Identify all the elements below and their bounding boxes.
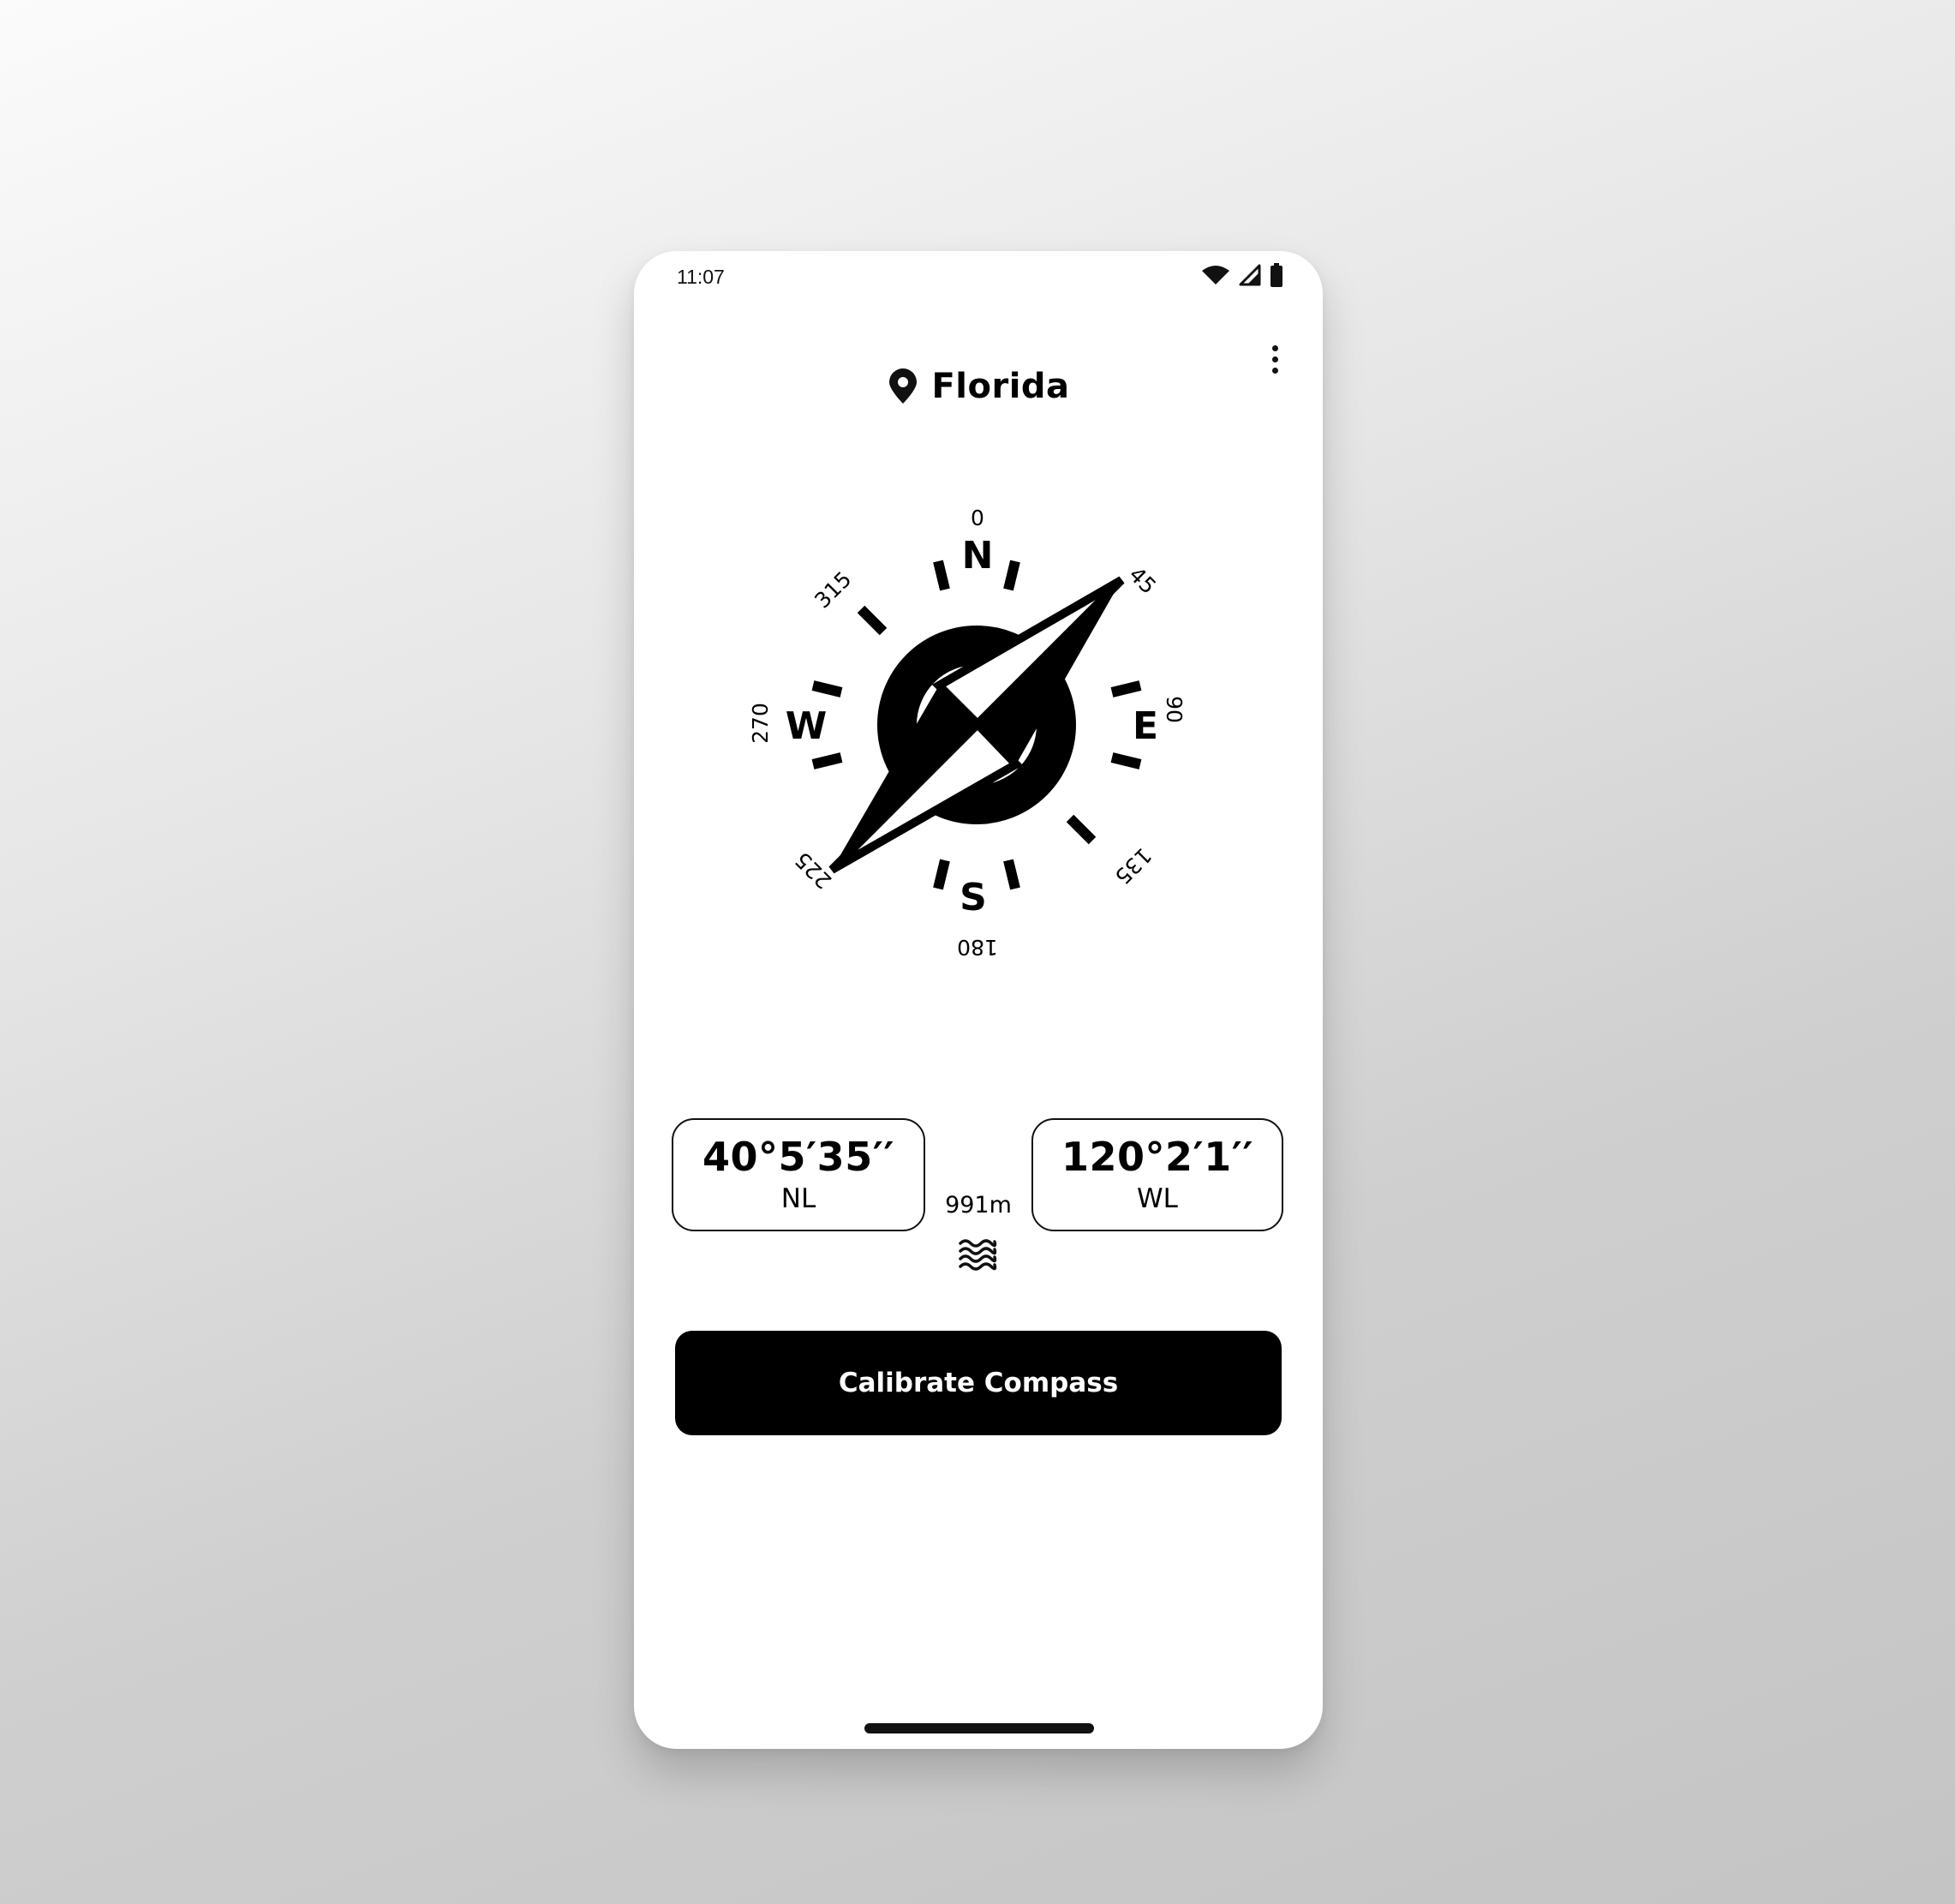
degree-90: 90 — [1162, 696, 1187, 723]
latitude-value: 40°5′35′′ — [702, 1133, 894, 1180]
degree-135: 135 — [1110, 843, 1157, 889]
degree-270: 270 — [748, 703, 773, 744]
home-indicator[interactable] — [864, 1723, 1094, 1733]
longitude-value: 120°2′1′′ — [1061, 1133, 1253, 1180]
phone-screen: 11:07 Florida N E S W 0 45 90 135 180 22… — [634, 251, 1323, 1749]
degree-315: 315 — [810, 566, 856, 613]
cardinal-west: W — [786, 704, 828, 748]
cardinal-east: E — [1133, 704, 1158, 748]
calibrate-compass-button[interactable]: Calibrate Compass — [675, 1331, 1282, 1435]
degree-45: 45 — [1124, 562, 1161, 599]
cardinal-north: N — [962, 534, 994, 578]
altitude-value: 991m — [945, 1192, 1012, 1218]
degree-180: 180 — [957, 935, 998, 960]
longitude-card: 120°2′1′′ WL — [1031, 1118, 1283, 1231]
latitude-card: 40°5′35′′ NL — [672, 1118, 925, 1231]
waves-icon — [959, 1239, 997, 1271]
longitude-direction: WL — [1137, 1183, 1178, 1215]
compass-dial: N E S W 0 45 90 135 180 225 270 315 — [748, 506, 1187, 960]
latitude-direction: NL — [780, 1183, 816, 1215]
cardinal-south: S — [960, 876, 987, 919]
degree-225: 225 — [790, 847, 836, 894]
degree-0: 0 — [971, 506, 984, 530]
